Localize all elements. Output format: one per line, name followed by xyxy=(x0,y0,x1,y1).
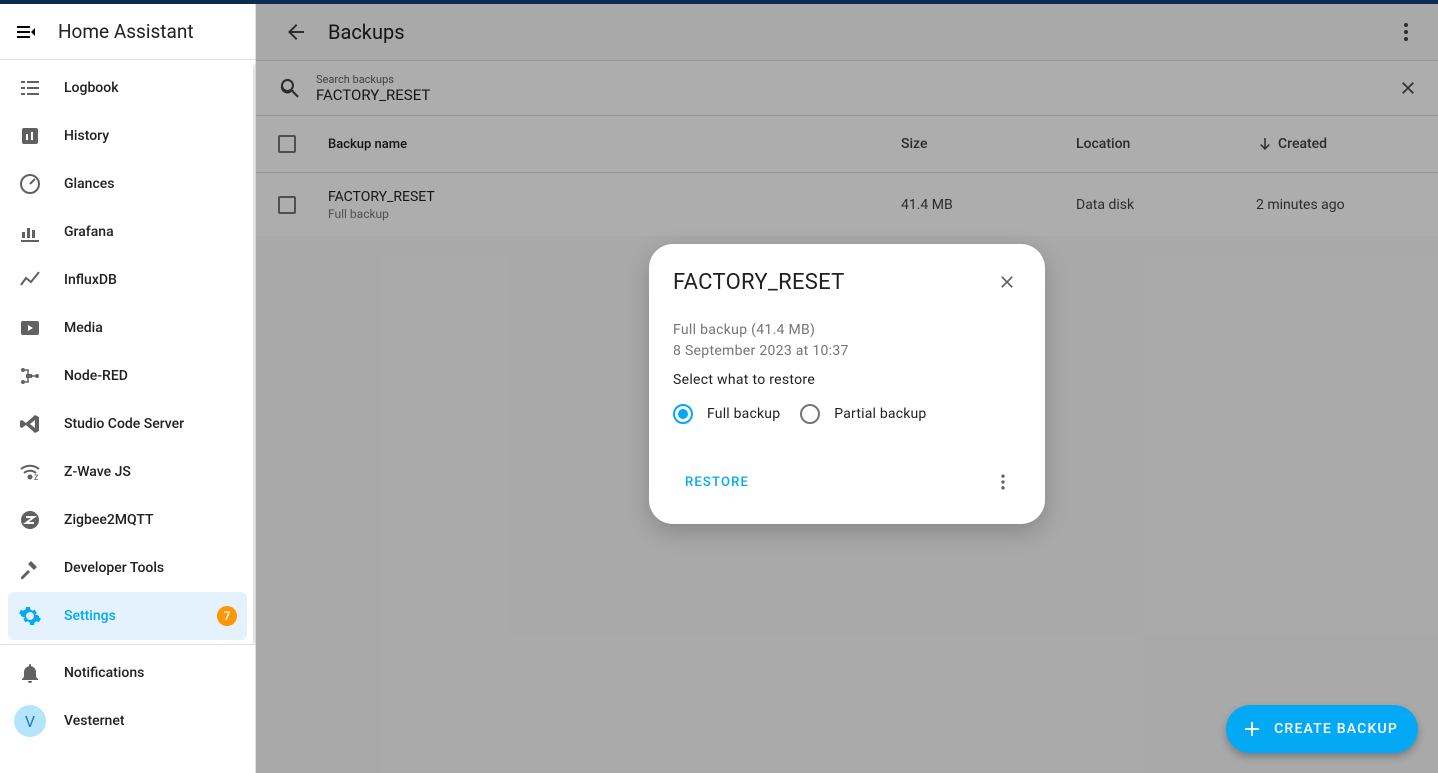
sidebar-item-label: Node-RED xyxy=(64,368,237,384)
restore-button[interactable]: RESTORE xyxy=(673,467,761,498)
radio-icon xyxy=(673,404,693,424)
bell-icon xyxy=(18,661,42,685)
sidebar-item-notifications[interactable]: Notifications xyxy=(8,649,247,697)
sidebar-item-z-wave-js[interactable]: Z Z-Wave JS xyxy=(8,448,247,496)
hammer-icon xyxy=(18,556,42,580)
dialog-title: FACTORY_RESET xyxy=(673,270,845,295)
grafana-icon xyxy=(18,220,42,244)
sidebar-item-zigbee2mqtt[interactable]: Zigbee2MQTT xyxy=(8,496,247,544)
dialog-meta-type: Full backup (41.4 MB) xyxy=(673,320,1021,341)
sidebar-item-grafana[interactable]: Grafana xyxy=(8,208,247,256)
radio-full-backup[interactable]: Full backup xyxy=(673,404,780,424)
sidebar-item-label: Z-Wave JS xyxy=(64,464,237,480)
sidebar-item-studio-code-server[interactable]: Studio Code Server xyxy=(8,400,247,448)
sidebar-item-label: InfluxDB xyxy=(64,272,237,288)
sidebar-item-label: Grafana xyxy=(64,224,237,240)
sidebar-item-label: Glances xyxy=(64,176,237,192)
sidebar-item-label: Vesternet xyxy=(64,713,237,729)
menu-toggle-icon[interactable] xyxy=(14,20,38,44)
avatar: V xyxy=(14,705,46,737)
close-button[interactable] xyxy=(993,268,1021,296)
radio-icon xyxy=(800,404,820,424)
sidebar-item-label: Logbook xyxy=(64,80,237,96)
logbook-icon xyxy=(18,76,42,100)
zigbee-icon xyxy=(18,508,42,532)
gauge-icon xyxy=(18,172,42,196)
sidebar-item-label: Zigbee2MQTT xyxy=(64,512,237,528)
sidebar-item-influxdb[interactable]: InfluxDB xyxy=(8,256,247,304)
sidebar-item-history[interactable]: History xyxy=(8,112,247,160)
sidebar-item-label: Media xyxy=(64,320,237,336)
sidebar-item-label: Notifications xyxy=(64,665,237,681)
sidebar-item-developer-tools[interactable]: Developer Tools xyxy=(8,544,247,592)
sidebar-item-logbook[interactable]: Logbook xyxy=(8,64,247,112)
sidebar-item-label: Settings xyxy=(64,608,195,624)
vscode-icon xyxy=(18,412,42,436)
sidebar-item-glances[interactable]: Glances xyxy=(8,160,247,208)
sidebar-item-user[interactable]: V Vesternet xyxy=(8,697,247,745)
restore-dialog: FACTORY_RESET Full backup (41.4 MB) 8 Se… xyxy=(649,244,1045,524)
sidebar-item-label: History xyxy=(64,128,237,144)
influxdb-icon xyxy=(18,268,42,292)
dialog-section-title: Select what to restore xyxy=(673,372,1021,388)
media-icon xyxy=(18,316,42,340)
app-title: Home Assistant xyxy=(58,20,194,43)
sidebar-item-media[interactable]: Media xyxy=(8,304,247,352)
main-content: Backups Search backups Backup name Size … xyxy=(256,4,1438,773)
sidebar-item-label: Developer Tools xyxy=(64,560,237,576)
svg-text:Z: Z xyxy=(34,474,38,482)
sidebar-item-node-red[interactable]: Node-RED xyxy=(8,352,247,400)
radio-partial-backup[interactable]: Partial backup xyxy=(800,404,926,424)
create-backup-button[interactable]: CREATE BACKUP xyxy=(1226,705,1418,753)
dialog-more-button[interactable] xyxy=(985,464,1021,500)
zwave-icon: Z xyxy=(18,460,42,484)
sidebar-item-settings[interactable]: Settings 7 xyxy=(8,592,247,640)
history-icon xyxy=(18,124,42,148)
sidebar: Home Assistant Logbook History Glances G… xyxy=(0,4,256,773)
sidebar-item-label: Studio Code Server xyxy=(64,416,237,432)
gear-icon xyxy=(18,604,42,628)
nodered-icon xyxy=(18,364,42,388)
dialog-meta-date: 8 September 2023 at 10:37 xyxy=(673,341,1021,362)
settings-badge: 7 xyxy=(217,606,237,626)
plus-icon xyxy=(1240,717,1264,741)
